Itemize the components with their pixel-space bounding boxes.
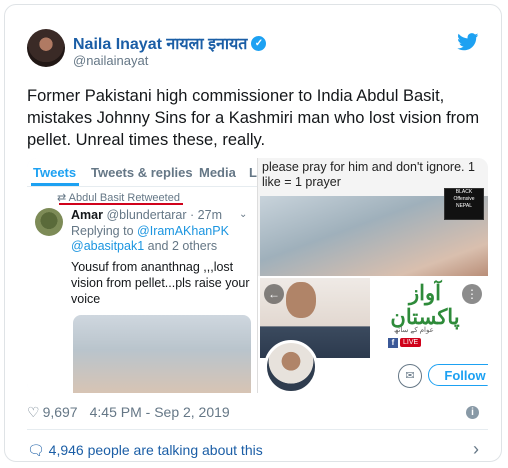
logo-subtitle: عوام کے ساتھ [394, 327, 434, 334]
more-dots-icon: ⋮ [462, 284, 482, 304]
pray-panel: please pray for him and don't ignore. 1 … [258, 158, 488, 276]
tab-media: Media [199, 165, 236, 180]
profile-picture [264, 340, 318, 393]
author-name[interactable]: Naila Inayat नायला इनायत ✓ [73, 32, 267, 54]
retweeter-name: Amar [71, 208, 103, 222]
like-count[interactable]: 9,697 [43, 404, 78, 420]
chevron-right-icon[interactable]: › [473, 439, 479, 460]
author-handle[interactable]: @nailainayat [73, 53, 148, 68]
embedded-tweet-photo [73, 315, 251, 393]
banner-head [286, 282, 316, 318]
logo-text: آواز پاکستان [390, 282, 460, 329]
footer-divider [27, 429, 488, 430]
tab-tweets: Tweets [33, 165, 77, 180]
mention-2: @abasitpak1 [71, 239, 145, 253]
embedded-tweet-body: Yousuf from ananthnag ,,,lost vision fro… [71, 260, 250, 306]
retweeter-handle: @blundertarar [106, 208, 187, 222]
facebook-icon: f [388, 338, 398, 348]
back-arrow-icon: ← [264, 284, 284, 304]
profile-panel: ← آواز پاکستان عوام کے ساتھ f LIVE ⋮ ✉ F… [258, 276, 488, 393]
embedded-profile-screenshot: Tweets Tweets & replies Media L ⇄ Abdul … [27, 158, 258, 393]
twitter-bird-icon[interactable] [457, 33, 479, 51]
badge-line-2: Offensive [453, 196, 475, 202]
follow-button: Follow [428, 364, 488, 386]
replying-prefix: Replying to [71, 224, 134, 238]
active-tab-indicator [31, 183, 79, 186]
live-badge: LIVE [400, 338, 422, 347]
retweeter-age: · 27m [190, 208, 222, 222]
badge-line-3: NEPAL [455, 203, 473, 209]
tweet-timestamp[interactable]: 4:45 PM - Sep 2, 2019 [90, 404, 230, 420]
pray-text: please pray for him and don't ignore. 1 … [262, 160, 475, 189]
replying-to: Replying to @IramAKhanPK @abasitpak1 and … [71, 224, 256, 254]
tweet-card: Naila Inayat नायला इनायत ✓ @nailainayat F… [4, 4, 502, 462]
chevron-down-icon: ⌄ [239, 209, 248, 220]
tab-likes: L [249, 165, 257, 180]
tweet-meta: ♡ 9,697 4:45 PM - Sep 2, 2019 [27, 404, 230, 421]
heart-icon[interactable]: ♡ [27, 404, 40, 420]
verified-check-icon: ✓ [251, 36, 267, 52]
talking-text[interactable]: 4,946 people are talking about this [49, 442, 263, 458]
retweeter-header: Amar @blundertarar · 27m [71, 208, 222, 222]
info-icon[interactable]: i [466, 406, 479, 419]
author-name-text[interactable]: Naila Inayat नायला इनायत [73, 36, 247, 53]
tab-tweets-replies: Tweets & replies [91, 165, 193, 180]
red-underline [59, 203, 183, 205]
replying-suffix: and 2 others [147, 239, 218, 253]
profile-tabs: Tweets Tweets & replies Media L [27, 158, 258, 187]
author-avatar[interactable] [27, 29, 65, 67]
tweet-text: Former Pakistani high commissioner to In… [27, 87, 480, 149]
talking-link[interactable]: 🗨 4,946 people are talking about this [27, 442, 263, 459]
badge-line-1: BLACK [455, 189, 473, 195]
tweet-media[interactable]: Tweets Tweets & replies Media L ⇄ Abdul … [27, 158, 488, 393]
watermark-badge: BLACK Offensive NEPAL [444, 188, 484, 220]
mail-icon: ✉ [398, 364, 422, 388]
retweeter-avatar [35, 208, 63, 236]
speech-bubble-icon: 🗨 [27, 442, 49, 458]
mention-1: @IramAKhanPK [137, 224, 229, 238]
